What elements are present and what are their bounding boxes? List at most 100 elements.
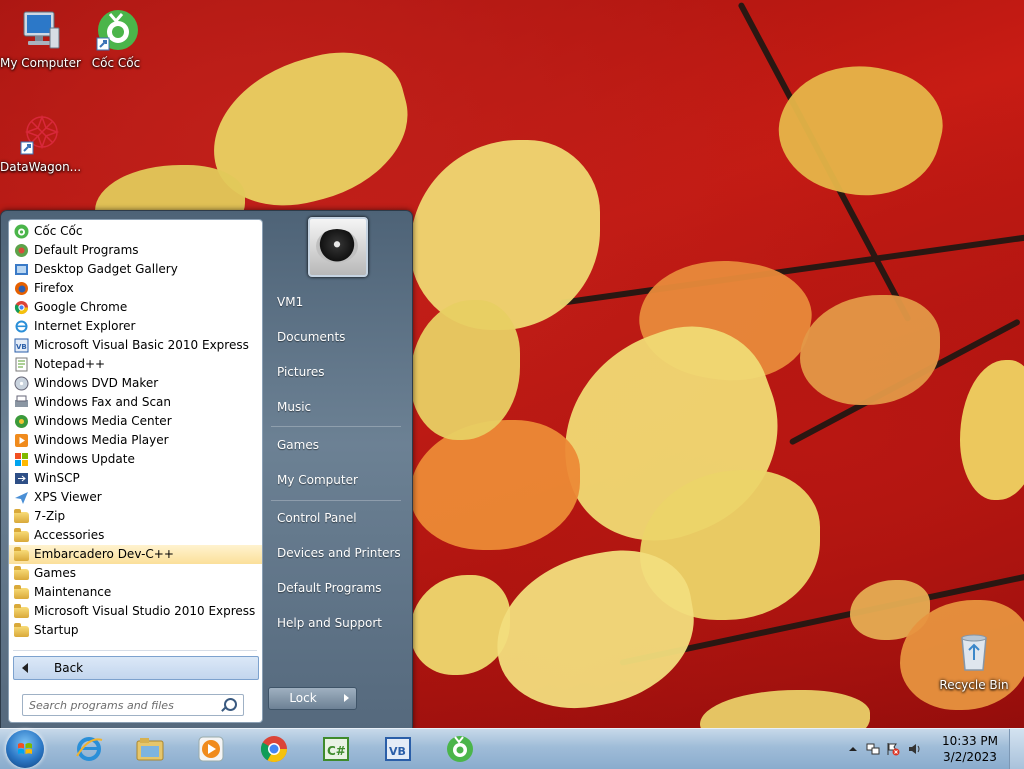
wallpaper-leaf <box>960 360 1024 500</box>
program-label: Windows Fax and Scan <box>34 395 172 409</box>
program-label: 7-Zip <box>34 509 66 523</box>
taskbar-visual-csharp[interactable]: C# <box>309 732 363 766</box>
svg-text:VB: VB <box>16 343 27 351</box>
desktop-icon-datawagon[interactable]: DataWagon... <box>0 112 81 174</box>
program-item[interactable]: Windows DVD Maker <box>9 374 262 393</box>
start-menu-link[interactable]: Documents <box>266 322 404 352</box>
start-button[interactable] <box>6 730 44 768</box>
system-tray: 10:33 PM 3/2/2023 <box>834 729 1024 769</box>
program-item[interactable]: Windows Media Player <box>9 431 262 450</box>
search-input[interactable] <box>27 695 221 715</box>
search-box[interactable] <box>22 694 244 716</box>
program-item[interactable]: 7-Zip <box>9 507 262 526</box>
desktop-icon-my-computer[interactable]: My Computer <box>0 8 81 70</box>
folder-icon <box>14 509 29 523</box>
gadget-gallery-icon <box>14 262 29 277</box>
taskbar-internet-explorer[interactable] <box>62 732 116 766</box>
internet-explorer-icon <box>14 319 29 334</box>
recycle-bin-icon <box>952 630 996 674</box>
xps-viewer-icon <box>14 490 29 505</box>
show-hidden-icons-arrow-icon[interactable] <box>846 742 860 756</box>
shutdown-options-arrow[interactable] <box>336 687 357 710</box>
internet-explorer-icon <box>76 737 103 761</box>
start-menu-link[interactable]: Pictures <box>266 357 404 387</box>
program-item[interactable]: Windows Fax and Scan <box>9 393 262 412</box>
taskbar: C# VB 10:33 PM 3/2/2023 <box>0 728 1024 769</box>
volume-icon[interactable] <box>908 742 922 756</box>
program-label: Windows DVD Maker <box>34 376 159 390</box>
start-menu-link[interactable]: Devices and Printers <box>266 538 404 568</box>
wallpaper-leaf <box>410 420 580 550</box>
windows-update-icon <box>14 452 29 467</box>
program-item[interactable]: WinSCP <box>9 469 262 488</box>
program-item[interactable]: Cốc Cốc <box>9 222 262 241</box>
network-icon[interactable] <box>866 742 880 756</box>
taskbar-windows-explorer[interactable] <box>123 732 177 766</box>
start-menu-link[interactable]: VM1 <box>266 287 404 317</box>
taskbar-chrome[interactable] <box>247 732 301 766</box>
coccoc-icon <box>14 224 29 239</box>
show-desktop-button[interactable] <box>1009 729 1024 769</box>
svg-text:VB: VB <box>389 745 406 758</box>
program-label: WinSCP <box>34 471 80 485</box>
program-item[interactable]: Windows Media Center <box>9 412 262 431</box>
program-item[interactable]: Accessories <box>9 526 262 545</box>
media-player-icon <box>14 433 29 448</box>
user-avatar-icon <box>316 229 358 263</box>
program-item[interactable]: XPS Viewer <box>9 488 262 507</box>
desktop-icon-recycle-bin[interactable]: Recycle Bin <box>934 630 1014 692</box>
program-item[interactable]: Desktop Gadget Gallery <box>9 260 262 279</box>
program-item[interactable]: Startup <box>9 621 262 640</box>
start-menu: Cốc Cốc Default Programs Desktop Gadget Ga… <box>0 210 413 730</box>
start-menu-link[interactable]: My Computer <box>266 465 404 495</box>
program-label: Notepad++ <box>34 357 106 371</box>
firefox-icon <box>14 281 29 296</box>
taskbar-media-player[interactable] <box>184 732 238 766</box>
start-menu-link[interactable]: Music <box>266 392 404 422</box>
program-label: Internet Explorer <box>34 319 136 333</box>
action-center-flag-icon[interactable] <box>886 742 900 756</box>
program-label: Embarcadero Dev-C++ <box>34 547 174 561</box>
program-item[interactable]: Default Programs <box>9 241 262 260</box>
coccoc-icon <box>447 736 473 762</box>
programs-pane: Cốc Cốc Default Programs Desktop Gadget Ga… <box>8 219 263 723</box>
chrome-icon <box>260 736 288 763</box>
program-item[interactable]: Embarcadero Dev-C++ <box>9 545 262 564</box>
wallpaper-leaf <box>700 690 870 728</box>
start-menu-link[interactable]: Games <box>266 430 404 460</box>
program-item[interactable]: Google Chrome <box>9 298 262 317</box>
start-menu-link[interactable]: Control Panel <box>266 503 404 533</box>
program-item[interactable]: Firefox <box>9 279 262 298</box>
program-item[interactable]: Maintenance <box>9 583 262 602</box>
program-item[interactable]: Microsoft Visual Studio 2010 Express <box>9 602 262 621</box>
windows-logo-icon <box>18 743 32 754</box>
program-item[interactable]: VB Microsoft Visual Basic 2010 Express <box>9 336 262 355</box>
start-menu-link[interactable]: Help and Support <box>266 608 404 638</box>
search-icon[interactable] <box>224 698 237 711</box>
media-player-icon <box>198 736 224 762</box>
wallpaper-leaf <box>800 295 940 405</box>
folder-icon <box>14 585 29 599</box>
start-menu-link[interactable]: Default Programs <box>266 573 404 603</box>
divider <box>13 650 257 651</box>
lock-button[interactable]: Lock <box>268 687 338 710</box>
divider <box>271 426 401 427</box>
taskbar-coccoc[interactable] <box>433 732 487 766</box>
program-item[interactable]: Internet Explorer <box>9 317 262 336</box>
notepad-plus-plus-icon <box>14 357 29 372</box>
back-button[interactable]: Back <box>13 656 259 680</box>
program-item[interactable]: Notepad++ <box>9 355 262 374</box>
program-label: Google Chrome <box>34 300 128 314</box>
desktop-icon-coccoc[interactable]: Cốc Cốc <box>76 8 156 70</box>
program-label: Windows Update <box>34 452 135 466</box>
wallpaper-leaf <box>410 575 510 675</box>
clock-date: 3/2/2023 <box>943 750 997 764</box>
clock[interactable]: 10:33 PM 3/2/2023 <box>942 733 998 765</box>
program-item[interactable]: Games <box>9 564 262 583</box>
program-item[interactable]: Windows Update <box>9 450 262 469</box>
taskbar-visual-basic[interactable]: VB <box>371 732 425 766</box>
dvd-maker-icon <box>14 376 29 391</box>
winscp-icon <box>14 471 29 486</box>
user-picture[interactable] <box>308 217 368 277</box>
wallpaper-leaf <box>483 538 707 722</box>
